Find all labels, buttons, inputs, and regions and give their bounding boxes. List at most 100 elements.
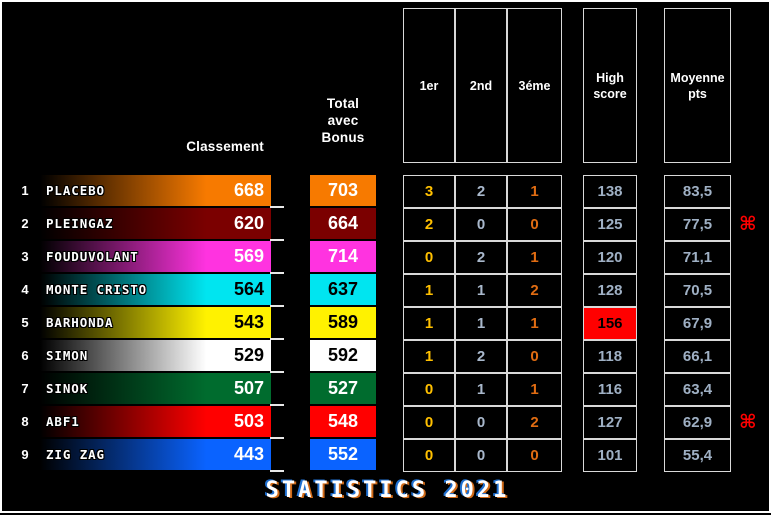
- stat-cell-moyenne: 71,1: [664, 241, 731, 274]
- statistics-panel: Classement Total avec Bonus 1 PLACEBO 668 7…: [0, 0, 771, 513]
- stat-cell-third: 2: [507, 406, 562, 439]
- header-classement: Classement: [186, 139, 264, 154]
- stat-cell-third: 0: [507, 208, 562, 241]
- player-name: ZIG ZAG: [46, 447, 105, 462]
- page-title: STATISTICS 2021: [265, 478, 510, 503]
- player-total-bonus: 637: [310, 274, 376, 305]
- header-total-line3: Bonus: [321, 130, 365, 145]
- stat-cell-high-score: 101: [583, 439, 637, 472]
- stats-table: 1er 2nd 3éme High score Moyenne pts 3211…: [397, 2, 771, 515]
- player-total-bonus: 714: [310, 241, 376, 272]
- stat-cell-second: 1: [455, 274, 507, 307]
- rank-position: 5: [21, 315, 29, 330]
- stat-cell-third: 0: [507, 340, 562, 373]
- stat-cell-first: 2: [403, 208, 455, 241]
- rank-position: 6: [21, 348, 29, 363]
- high-score-line2: score: [593, 86, 627, 101]
- stat-cell-second: 1: [455, 373, 507, 406]
- stat-cell-high-score: 128: [583, 274, 637, 307]
- player-name: BARHONDA: [46, 315, 114, 330]
- player-name: SIMON: [46, 348, 89, 363]
- player-score: 443: [233, 444, 264, 464]
- stat-cell-first: 0: [403, 241, 455, 274]
- stat-cell-moyenne: 70,5: [664, 274, 731, 307]
- player-total-bonus: 527: [310, 373, 376, 404]
- command-marker-icon: ⌘: [739, 214, 757, 235]
- header-total-line1: Total: [326, 96, 360, 111]
- rank-position: 1: [21, 183, 29, 198]
- player-name: MONTE CRISTO: [46, 282, 148, 297]
- rank-position: 9: [21, 447, 29, 462]
- stat-cell-moyenne: 83,5: [664, 175, 731, 208]
- stat-cell-third: 1: [507, 241, 562, 274]
- stat-cell-moyenne: 77,5: [664, 208, 731, 241]
- player-score: 668: [233, 180, 264, 200]
- stats-header-1er: 1er: [419, 78, 439, 93]
- player-score-bar: PLEINGAZ 620: [40, 208, 271, 239]
- player-score-bar: ABF1 503: [40, 406, 271, 437]
- player-score-bar: SIMON 529: [40, 340, 271, 371]
- stat-cell-third: 1: [507, 373, 562, 406]
- stat-cell-high-score: 127: [583, 406, 637, 439]
- stat-cell-second: 2: [455, 175, 507, 208]
- player-name: FOUDUVOLANT: [46, 249, 139, 264]
- stats-header-moyenne: Moyenne pts: [664, 8, 731, 163]
- high-score-line1: High: [596, 70, 624, 85]
- player-score-bar: BARHONDA 543: [40, 307, 271, 338]
- stat-cell-third: 1: [507, 307, 562, 340]
- player-name: PLEINGAZ: [46, 216, 114, 231]
- player-score-bar: FOUDUVOLANT 569: [40, 241, 271, 272]
- header-total-line2: avec: [327, 113, 359, 128]
- stat-cell-moyenne: 62,9: [664, 406, 731, 439]
- stat-cell-high-score: 138: [583, 175, 637, 208]
- player-score: 529: [233, 345, 264, 365]
- rank-position: 8: [21, 414, 29, 429]
- player-score: 564: [233, 279, 264, 299]
- stat-cell-second: 2: [455, 241, 507, 274]
- player-score-bar: MONTE CRISTO 564: [40, 274, 271, 305]
- player-total-bonus: 552: [310, 439, 376, 470]
- stat-cell-third: 0: [507, 439, 562, 472]
- stat-cell-high-score: 156: [583, 307, 637, 340]
- stat-cell-high-score: 116: [583, 373, 637, 406]
- player-name: SINOK: [46, 381, 89, 396]
- stats-header-high-score: High score: [583, 8, 637, 163]
- rank-position: 7: [21, 381, 29, 396]
- player-score: 620: [233, 213, 264, 233]
- stat-cell-moyenne: 67,9: [664, 307, 731, 340]
- command-marker-icon: ⌘: [739, 412, 757, 433]
- stat-cell-moyenne: 66,1: [664, 340, 731, 373]
- stat-cell-second: 0: [455, 439, 507, 472]
- player-score-bar: SINOK 507: [40, 373, 271, 404]
- player-score: 503: [233, 411, 264, 431]
- stats-header-2nd: 2nd: [469, 78, 493, 93]
- stat-cell-first: 3: [403, 175, 455, 208]
- rank-position: 3: [21, 249, 29, 264]
- stat-cell-second: 1: [455, 307, 507, 340]
- stat-cell-third: 1: [507, 175, 562, 208]
- header-total-avec-bonus: Total avec Bonus: [304, 95, 382, 146]
- stat-cell-first: 1: [403, 307, 455, 340]
- stats-header-3eme: 3éme: [518, 78, 551, 93]
- stat-cell-high-score: 118: [583, 340, 637, 373]
- stat-cell-first: 0: [403, 373, 455, 406]
- player-total-bonus: 589: [310, 307, 376, 338]
- stat-cell-first: 1: [403, 340, 455, 373]
- rank-position: 2: [21, 216, 29, 231]
- player-score: 543: [233, 312, 264, 332]
- moyenne-line1: Moyenne: [670, 70, 725, 85]
- stat-cell-second: 0: [455, 208, 507, 241]
- player-score: 507: [233, 378, 264, 398]
- player-name: PLACEBO: [46, 183, 105, 198]
- stat-cell-first: 1: [403, 274, 455, 307]
- stat-cell-moyenne: 63,4: [664, 373, 731, 406]
- row-separator-tick: [270, 470, 284, 472]
- stat-cell-second: 0: [455, 406, 507, 439]
- moyenne-line2: pts: [688, 86, 707, 101]
- ranking-panel: Classement Total avec Bonus 1 PLACEBO 668 7…: [2, 2, 397, 515]
- stat-cell-third: 2: [507, 274, 562, 307]
- stat-cell-first: 0: [403, 406, 455, 439]
- player-score-bar: PLACEBO 668: [40, 175, 271, 206]
- player-score: 569: [233, 246, 264, 266]
- stat-cell-moyenne: 55,4: [664, 439, 731, 472]
